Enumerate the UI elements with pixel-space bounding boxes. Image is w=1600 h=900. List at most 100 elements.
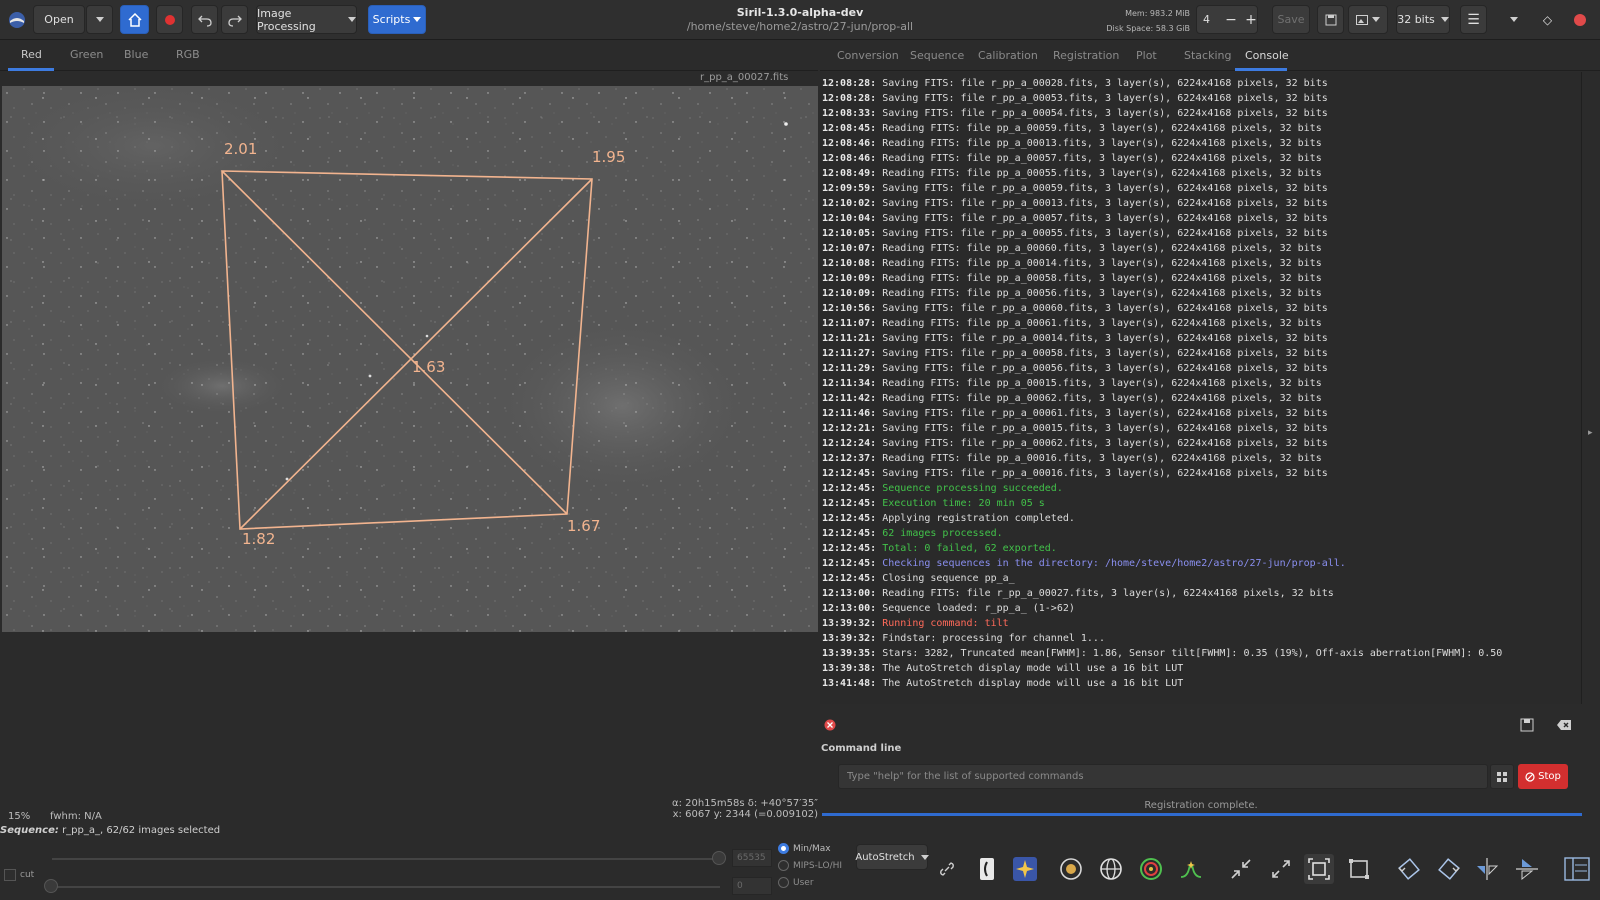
tab-sequence[interactable]: Sequence	[910, 49, 964, 62]
low-slider-handle[interactable]	[44, 879, 58, 893]
radio-mips[interactable]: MIPS-LO/HI	[778, 860, 842, 871]
tab-rgb[interactable]: RGB	[176, 48, 200, 61]
open-button[interactable]: Open	[33, 5, 85, 34]
clear-error-icon[interactable]	[824, 719, 836, 731]
psf-button[interactable]	[1176, 854, 1206, 884]
image-processing-menu[interactable]: Image Processing	[256, 5, 357, 34]
zoom-fit-button[interactable]	[1226, 854, 1256, 884]
increment-button[interactable]: +	[1242, 5, 1260, 34]
pixel-readout: x: 6067 y: 2344 (=0.009102)	[672, 809, 818, 820]
photometry-button[interactable]	[1056, 854, 1086, 884]
mirror-vertical-icon	[1516, 859, 1538, 881]
zoom-to-fit-button[interactable]	[1304, 854, 1334, 884]
minimize-button[interactable]	[1500, 5, 1527, 34]
save-button[interactable]: Save	[1272, 5, 1310, 34]
tab-stacking[interactable]: Stacking	[1184, 49, 1231, 62]
tab-console[interactable]: Console	[1245, 49, 1289, 62]
log-timestamp: 12:12:21:	[822, 423, 877, 434]
log-line: 12:12:45: Sequence processing succeeded.	[822, 481, 1581, 496]
maximize-button[interactable]: ◇	[1534, 5, 1561, 34]
low-value-field[interactable]: 0	[732, 877, 772, 895]
mirror-x-button[interactable]	[1472, 854, 1502, 884]
snapshot-menu[interactable]	[1348, 5, 1388, 34]
log-timestamp: 12:12:45:	[822, 483, 877, 494]
log-line: 12:12:45: Checking sequences in the dire…	[822, 556, 1581, 571]
log-line: 12:10:02: Saving FITS: file r_pp_a_00013…	[822, 196, 1581, 211]
tab-green[interactable]: Green	[70, 48, 103, 61]
tab-calibration[interactable]: Calibration	[978, 49, 1038, 62]
stop-button[interactable]: Stop	[1518, 764, 1568, 789]
log-timestamp: 12:11:42:	[822, 393, 877, 404]
log-message: Stars: 3282, Truncated mean[FWHM]: 1.86,…	[882, 648, 1503, 659]
annotate-button[interactable]	[1096, 854, 1126, 884]
cut-label: cut	[20, 870, 35, 880]
rotate-right-button[interactable]	[1434, 854, 1464, 884]
minus-icon: −	[1225, 11, 1237, 28]
tab-conversion[interactable]: Conversion	[837, 49, 899, 62]
color-saturation-button[interactable]	[1010, 854, 1040, 884]
high-value-field[interactable]: 65535	[732, 849, 772, 867]
zoom-level: 15%	[8, 811, 31, 822]
bit-depth-menu[interactable]: 32 bits	[1396, 5, 1450, 34]
scripts-menu[interactable]: Scripts	[368, 5, 426, 34]
save-log-icon[interactable]	[1520, 718, 1534, 732]
actual-size-button[interactable]	[1344, 854, 1374, 884]
app-logo-icon[interactable]	[4, 5, 30, 34]
right-panel-tabs: Conversion Sequence Calibration Registra…	[820, 40, 1600, 71]
log-line: 12:10:09: Reading FITS: file pp_a_00056.…	[822, 286, 1581, 301]
stretch-mode-select[interactable]: AutoStretch	[855, 844, 929, 870]
log-timestamp: 12:12:45:	[822, 513, 877, 524]
close-window-button[interactable]	[1566, 5, 1593, 34]
open-dropdown-button[interactable]	[86, 5, 113, 34]
rotate-left-button[interactable]	[1394, 854, 1424, 884]
log-message: Reading FITS: file pp_a_00058.fits, 3 la…	[882, 273, 1322, 284]
stop-processing-button[interactable]	[156, 5, 183, 34]
zoom-out-button[interactable]	[1266, 854, 1296, 884]
high-slider-handle[interactable]	[712, 851, 726, 865]
low-slider-track[interactable]	[52, 886, 720, 888]
radio-min-max-label: Min/Max	[793, 843, 831, 854]
log-timestamp: 12:12:45:	[822, 573, 877, 584]
tab-blue[interactable]: Blue	[124, 48, 148, 61]
sequence-value: r_pp_a_, 62/62 images selected	[62, 825, 221, 836]
radio-min-max[interactable]: Min/Max	[778, 843, 831, 854]
log-message: Sequence processing succeeded.	[882, 483, 1063, 494]
undo-button[interactable]	[191, 5, 218, 34]
image-icon	[1356, 14, 1368, 25]
panel-collapse-arrow-icon[interactable]: ▸	[1588, 428, 1593, 438]
main-menu-button[interactable]: ☰	[1460, 5, 1487, 34]
log-message: Findstar: processing for channel 1...	[882, 633, 1105, 644]
mirror-horizontal-icon	[1477, 858, 1499, 880]
log-timestamp: 12:11:27:	[822, 348, 877, 359]
log-line: 12:10:56: Saving FITS: file r_pp_a_00060…	[822, 301, 1581, 316]
link-channels-button[interactable]	[932, 854, 962, 884]
log-timestamp: 12:10:56:	[822, 303, 877, 314]
log-message: Saving FITS: file r_pp_a_00053.fits, 3 l…	[882, 93, 1328, 104]
log-message: Saving FITS: file r_pp_a_00015.fits, 3 l…	[882, 423, 1328, 434]
negative-view-button[interactable]	[972, 854, 1002, 884]
tab-red[interactable]: Red	[21, 48, 42, 61]
tab-registration[interactable]: Registration	[1053, 49, 1119, 62]
redo-button[interactable]	[221, 5, 248, 34]
tab-plot[interactable]: Plot	[1136, 49, 1157, 62]
image-viewer[interactable]: 2.01 1.95 1.63 1.82 1.67	[2, 86, 818, 632]
log-timestamp: 12:13:00:	[822, 588, 877, 599]
toggle-panel-button[interactable]	[1562, 854, 1592, 884]
high-slider-track[interactable]	[52, 858, 720, 860]
command-help-button[interactable]	[1490, 764, 1514, 789]
save-as-button[interactable]	[1317, 5, 1344, 34]
clear-log-icon[interactable]	[1556, 719, 1572, 731]
chevron-down-icon	[920, 854, 929, 860]
log-timestamp: 12:11:34:	[822, 378, 877, 389]
log-line: 12:08:45: Reading FITS: file pp_a_00059.…	[822, 121, 1581, 136]
console-log[interactable]: 12:08:28: Saving FITS: file r_pp_a_00028…	[820, 72, 1582, 704]
cut-checkbox[interactable]	[4, 869, 16, 881]
command-input[interactable]	[838, 764, 1488, 789]
mirror-y-button[interactable]	[1512, 854, 1542, 884]
bright-star	[285, 477, 289, 481]
target-button[interactable]	[1136, 854, 1166, 884]
radio-user[interactable]: User	[778, 877, 814, 888]
decrement-button[interactable]: −	[1222, 5, 1240, 34]
home-button[interactable]	[120, 5, 149, 34]
log-timestamp: 12:10:02:	[822, 198, 877, 209]
